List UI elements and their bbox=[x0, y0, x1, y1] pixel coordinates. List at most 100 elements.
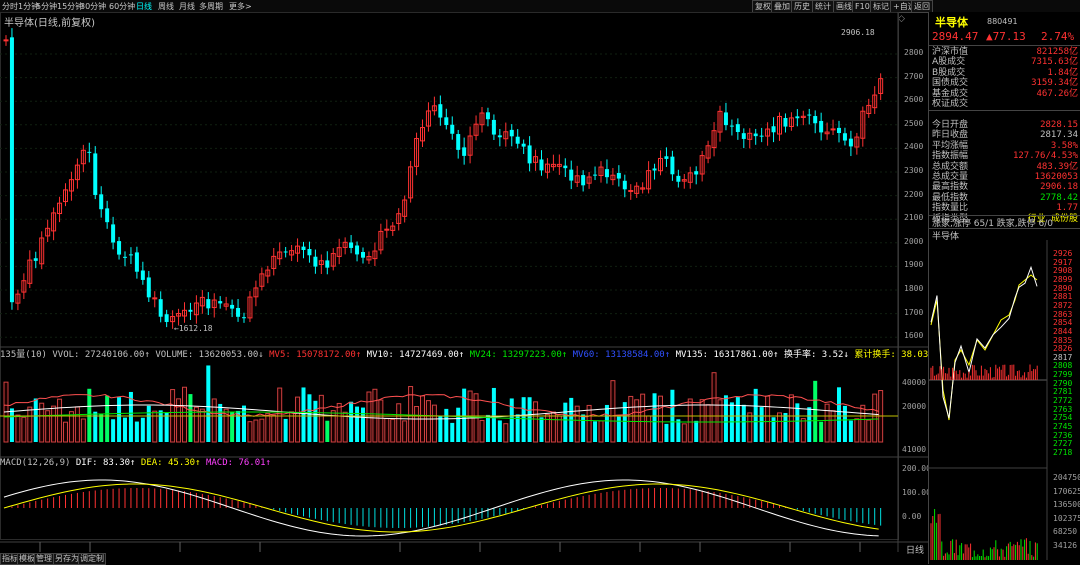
period-5[interactable]: 60分钟 bbox=[109, 1, 135, 12]
stat-label: 最低指数 bbox=[932, 192, 969, 203]
candle bbox=[723, 112, 728, 126]
volume-legend: 135量(10) VVOL: 27240106.00↑ VOLUME: 1362… bbox=[0, 347, 928, 360]
candle bbox=[628, 190, 634, 193]
candle bbox=[444, 117, 449, 126]
price-tick: 2500 bbox=[904, 118, 924, 128]
volume-bar bbox=[634, 399, 640, 443]
intraday-price-tick: 2835 bbox=[1053, 335, 1073, 345]
kline-chart[interactable] bbox=[0, 12, 928, 552]
stat-row: 平均涨幅 3.58% bbox=[932, 141, 1078, 151]
volume-tick-2: 20000 bbox=[902, 402, 927, 411]
period-9[interactable]: 多周期 bbox=[199, 1, 223, 12]
volume-bar bbox=[837, 387, 841, 442]
candle bbox=[616, 172, 621, 179]
dif-value: DIF: 83.30↑ bbox=[75, 458, 136, 468]
volume-bar bbox=[694, 420, 699, 442]
stat-label: 最高指数 bbox=[932, 182, 969, 193]
stat-value: 2828.15 bbox=[1040, 120, 1078, 130]
volume-bar bbox=[711, 372, 717, 443]
stat-value: 2778.42 bbox=[1040, 192, 1078, 203]
volume-bar bbox=[539, 417, 544, 442]
price-axis: 2800 2700 2600 2500 2400 2300 2200 2100 2000 1900… bbox=[898, 0, 928, 340]
index-code: 880491 bbox=[987, 17, 1018, 26]
candle bbox=[206, 299, 211, 309]
candle bbox=[485, 112, 490, 120]
candle bbox=[128, 254, 133, 256]
period-4[interactable]: 30分钟 bbox=[80, 1, 106, 12]
volume-bar bbox=[593, 421, 598, 442]
mv5-value: MV5: 15078172.00↑ bbox=[269, 350, 362, 360]
intraday-price-tick: 2881 bbox=[1053, 292, 1073, 302]
volume-bar bbox=[140, 417, 145, 442]
volume-bar bbox=[860, 404, 866, 443]
candle bbox=[230, 304, 235, 309]
period-8[interactable]: 月线 bbox=[179, 1, 195, 12]
volume-bar bbox=[105, 395, 110, 442]
candle bbox=[93, 153, 98, 195]
volume-tick-1: 40000 bbox=[902, 378, 927, 387]
volume-bar bbox=[544, 414, 550, 443]
bottom-tab-2[interactable]: 管理 bbox=[34, 553, 54, 565]
volume-bar bbox=[158, 410, 163, 442]
last-price: 2894.47 bbox=[932, 30, 979, 43]
dea-value: DEA: 45.30↑ bbox=[140, 458, 201, 468]
period-7[interactable]: 周线 bbox=[158, 1, 174, 12]
low-price-label: ←1612.18 bbox=[174, 324, 213, 333]
intraday-bg bbox=[929, 240, 1047, 560]
intraday-volume-tick: 136500 bbox=[1053, 500, 1080, 510]
period-6[interactable]: 日线 bbox=[136, 1, 152, 12]
period-0[interactable]: 分时 bbox=[2, 1, 18, 12]
intraday-price-tick: 2844 bbox=[1053, 326, 1073, 336]
stat-row: 国债成交 3159.34亿 bbox=[932, 78, 1078, 88]
intraday-price-tick: 2817 bbox=[1053, 352, 1073, 362]
volume-bar bbox=[872, 393, 878, 443]
price-tick: 2300 bbox=[904, 166, 924, 175]
volume-bar bbox=[854, 418, 860, 443]
price-change: ▲77.13 bbox=[986, 30, 1026, 43]
candle bbox=[515, 136, 520, 144]
volume-bar bbox=[206, 365, 211, 442]
stat-label: 昨日收盘 bbox=[932, 130, 969, 141]
stat-label: 指数振幅 bbox=[932, 151, 969, 162]
volume-bar bbox=[830, 410, 836, 443]
stat-label: 总成交量 bbox=[932, 172, 969, 182]
volume-bar bbox=[259, 418, 265, 443]
intraday-price-tick: 2917 bbox=[1053, 257, 1073, 267]
stat-label: 今日开盘 bbox=[932, 120, 969, 130]
volume-bar bbox=[444, 408, 449, 442]
candle bbox=[140, 270, 145, 280]
volume-bar bbox=[741, 404, 746, 442]
volume-bar bbox=[199, 408, 205, 443]
candle bbox=[694, 171, 699, 175]
volume-bar bbox=[146, 405, 151, 442]
intraday-price-tick: 2727 bbox=[1053, 439, 1073, 449]
volume-bar bbox=[658, 395, 663, 443]
stat-value: 2817.34 bbox=[1040, 130, 1078, 141]
stat-row: 基金成交 467.26亿 bbox=[932, 89, 1078, 99]
price-tick: 2100 bbox=[904, 213, 924, 223]
volume-bar bbox=[33, 398, 38, 442]
period-10[interactable]: 更多> bbox=[229, 1, 252, 12]
stat-value: 13620053 bbox=[1034, 172, 1078, 182]
volume-bar bbox=[735, 397, 740, 442]
volume-bar bbox=[111, 419, 116, 442]
candle bbox=[242, 317, 246, 319]
period-2[interactable]: 5分钟 bbox=[36, 1, 57, 12]
candle bbox=[729, 125, 734, 127]
candle bbox=[438, 104, 443, 118]
volume-bar bbox=[604, 404, 609, 442]
volume-bar bbox=[462, 388, 467, 442]
price-tick: 1900 bbox=[904, 260, 924, 270]
volume-bar bbox=[390, 418, 396, 443]
candle bbox=[313, 256, 318, 267]
bottom-tab-3[interactable]: 另存为 bbox=[53, 553, 81, 565]
intraday-price-tick: 2790 bbox=[1053, 378, 1073, 388]
divider bbox=[929, 110, 1080, 111]
candle bbox=[807, 114, 812, 116]
bottom-tab-4[interactable]: 调定制 bbox=[78, 553, 106, 565]
bottom-period-label: 日线 bbox=[906, 546, 925, 556]
candle bbox=[848, 138, 853, 147]
volume-bar bbox=[230, 412, 235, 442]
volume-bar bbox=[503, 423, 509, 443]
volume-bar bbox=[318, 394, 324, 443]
